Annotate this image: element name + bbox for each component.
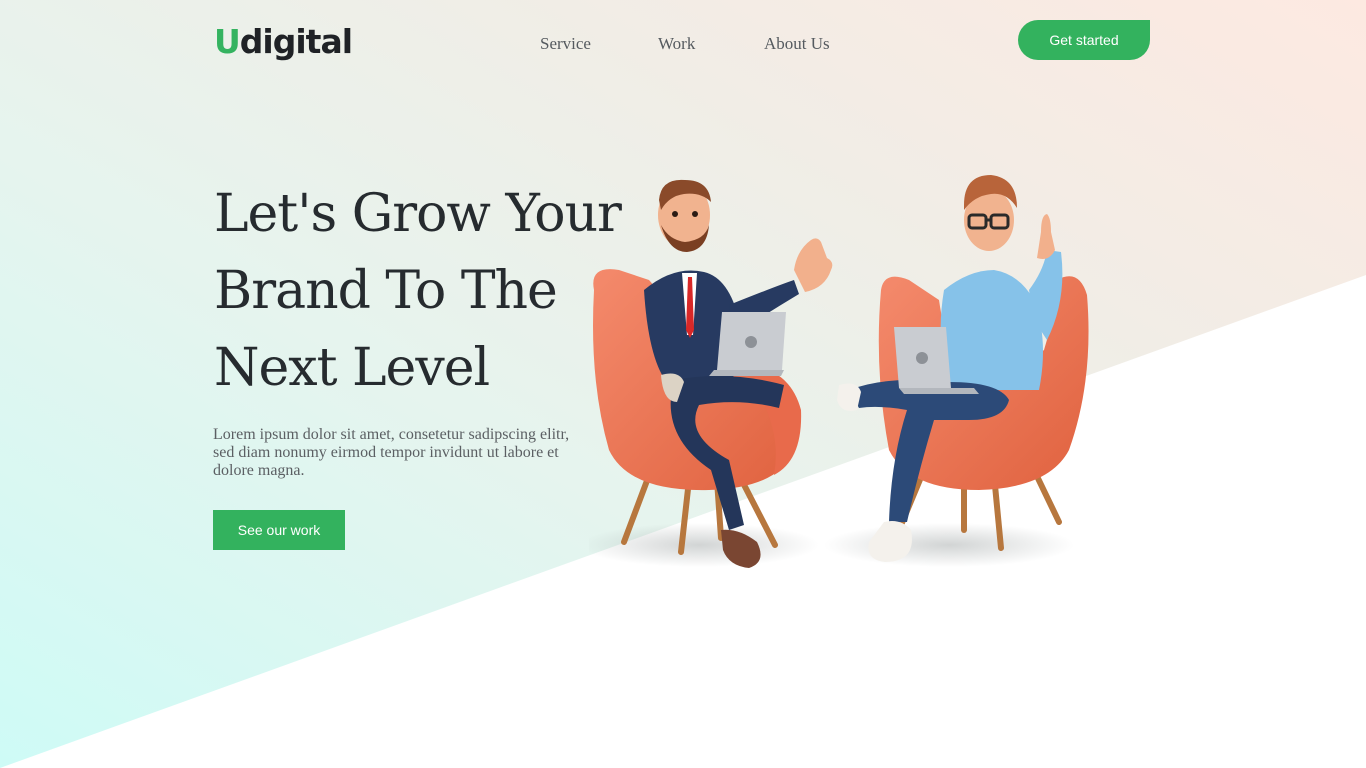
hero-title: Let's Grow Your Brand To The Next Level	[214, 176, 622, 407]
hero-title-line: Let's Grow Your	[214, 184, 622, 244]
see-our-work-button[interactable]: See our work	[213, 510, 345, 550]
nav-link-service[interactable]: Service	[540, 34, 591, 54]
nav-link-work[interactable]: Work	[658, 34, 695, 54]
people-in-armchairs-illustration	[589, 175, 1089, 568]
hero-title-line: Next Level	[214, 338, 490, 398]
brand-logo[interactable]: Udigital	[214, 22, 353, 62]
hero-description: Lorem ipsum dolor sit amet, consetetur s…	[213, 426, 570, 479]
hero-title-line: Brand To The	[214, 261, 558, 321]
nav-link-about-us[interactable]: About Us	[764, 34, 830, 54]
get-started-button[interactable]: Get started	[1018, 20, 1150, 60]
